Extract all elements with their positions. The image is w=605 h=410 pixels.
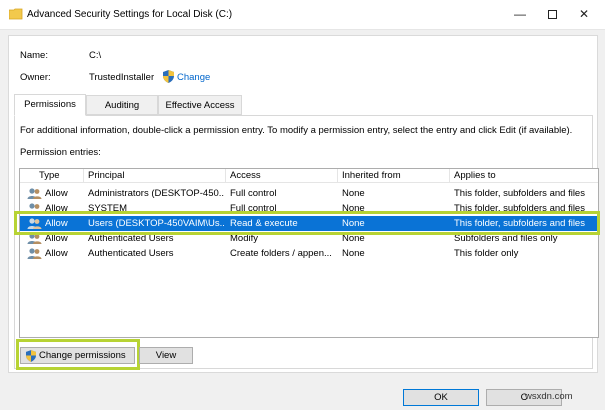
change-owner-link[interactable]: Change [177,72,210,83]
permission-entries-table[interactable]: Type Principal Access Inherited from App… [19,168,599,338]
owner-value: TrustedInstaller [89,72,155,83]
entry-inherited-from: None [342,188,365,199]
column-header-access[interactable]: Access [226,169,338,183]
users-icon [27,248,42,259]
entry-type: Allow [45,203,68,214]
maximize-icon [547,10,557,20]
owner-label: Owner: [20,72,51,83]
column-header-type[interactable]: Type [20,169,84,183]
entry-access: Full control [230,188,277,199]
entry-principal: SYSTEM [88,203,128,214]
title-bar: Advanced Security Settings for Local Dis… [0,0,605,30]
column-header-principal[interactable]: Principal [84,169,226,183]
maximize-button[interactable] [537,0,567,28]
minimize-button[interactable]: — [505,0,535,28]
entry-inherited-from: None [342,233,365,244]
view-button[interactable]: View [139,347,193,364]
instructions-text: For additional information, double-click… [20,125,573,136]
tab-permissions[interactable]: Permissions [14,94,86,116]
entry-applies-to: This folder, subfolders and files [454,188,585,199]
column-header-applies-to[interactable]: Applies to [450,169,598,183]
users-icon [27,188,42,199]
entry-applies-to: This folder, subfolders and files [454,218,585,229]
folder-icon [9,8,23,20]
content-panel: Name: C:\ Owner: TrustedInstaller Change… [8,35,600,373]
dialog-body: Name: C:\ Owner: TrustedInstaller Change… [0,30,605,410]
entry-principal: Authenticated Users [88,233,174,244]
table-row[interactable]: Allow Authenticated Users Modify None Su… [20,231,598,246]
entry-applies-to: Subfolders and files only [454,233,558,244]
table-row-selected[interactable]: Allow Users (DESKTOP-450VAIM\Us... Read … [20,216,598,231]
name-label: Name: [20,50,48,61]
table-row[interactable]: Allow SYSTEM Full control None This fold… [20,201,598,216]
entry-applies-to: This folder, subfolders and files [454,203,585,214]
entry-access: Create folders / appen... [230,248,332,259]
name-value: C:\ [89,50,102,61]
window-title: Advanced Security Settings for Local Dis… [27,9,233,20]
entry-type: Allow [45,218,68,229]
column-header-inherited-from[interactable]: Inherited from [338,169,450,183]
uac-shield-icon [163,70,174,83]
entry-access: Modify [230,233,258,244]
change-permissions-button[interactable]: Change permissions [20,347,135,364]
entry-principal: Users (DESKTOP-450VAIM\Us... [88,218,224,229]
users-icon [27,203,42,214]
tab-auditing[interactable]: Auditing [86,95,158,115]
users-icon [27,218,42,229]
entry-inherited-from: None [342,248,365,259]
entry-type: Allow [45,233,68,244]
entry-inherited-from: None [342,218,365,229]
entry-access: Full control [230,203,277,214]
entry-access: Read & execute [230,218,298,229]
users-icon [27,233,42,244]
entry-type: Allow [45,248,68,259]
ok-button[interactable]: OK [403,389,479,406]
entry-principal: Authenticated Users [88,248,174,259]
change-permissions-label: Change permissions [39,350,126,361]
entry-applies-to: This folder only [454,248,519,259]
uac-shield-icon [26,350,36,362]
entry-principal: Administrators (DESKTOP-450... [88,188,224,199]
close-button[interactable]: ✕ [569,0,599,28]
entry-type: Allow [45,188,68,199]
watermark: wsxdn.com [525,391,573,402]
tab-effective-access[interactable]: Effective Access [158,95,242,115]
entry-inherited-from: None [342,203,365,214]
permission-entries-label: Permission entries: [20,147,101,158]
table-header: Type Principal Access Inherited from App… [20,169,598,183]
table-row[interactable]: Allow Administrators (DESKTOP-450... Ful… [20,186,598,201]
table-row[interactable]: Allow Authenticated Users Create folders… [20,246,598,261]
